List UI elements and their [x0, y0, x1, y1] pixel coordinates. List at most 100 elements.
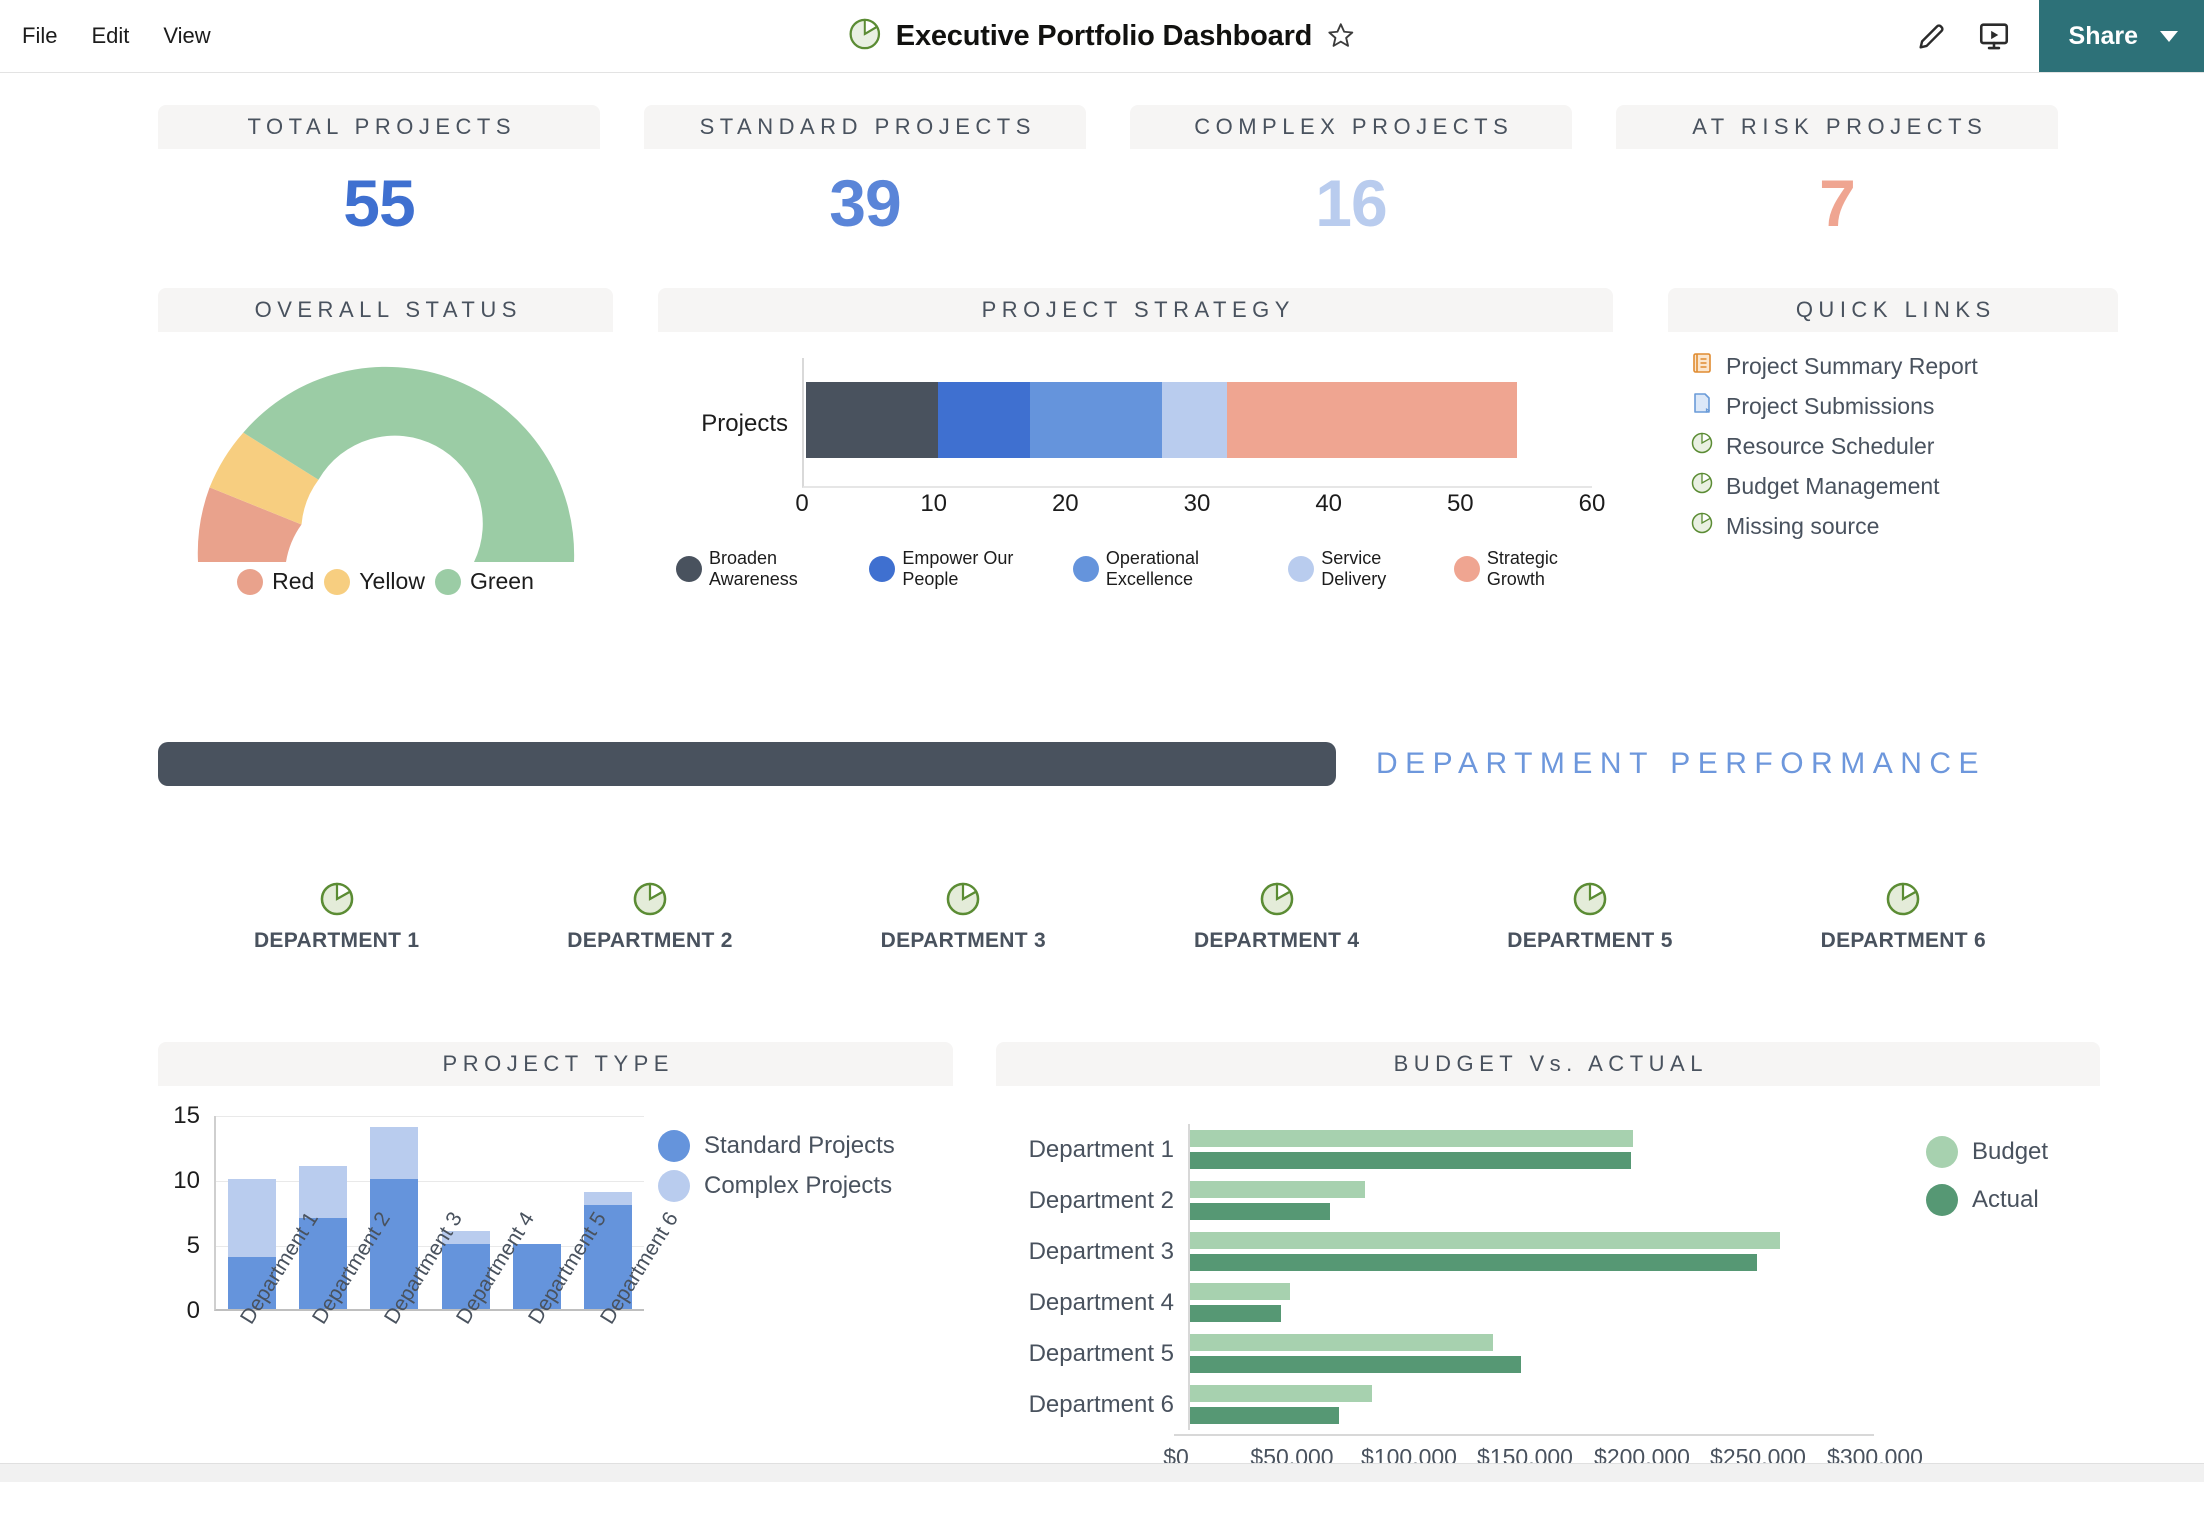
legend-item-complex-projects[interactable]: Complex Projects [658, 1166, 895, 1206]
department-label: DEPARTMENT 6 [1747, 929, 2060, 953]
kpi-card-total-projects: TOTAL PROJECTS 55 [158, 105, 600, 241]
y-tick: 0 [187, 1297, 200, 1325]
legend-item-green[interactable]: Green [435, 568, 534, 595]
kpi-label: TOTAL PROJECTS [158, 105, 600, 149]
document-title-group: Executive Portfolio Dashboard [848, 17, 1356, 56]
x-tick: 20 [1052, 490, 1079, 518]
bar-actual[interactable] [1190, 1356, 1521, 1373]
department-item-1[interactable]: DEPARTMENT 1 [180, 880, 493, 953]
strategy-segment-empower-our-people[interactable] [938, 382, 1030, 458]
report-icon [1690, 351, 1714, 381]
legend-item-operational-excellence[interactable]: Operational Excellence [1073, 548, 1270, 590]
legend-item-red[interactable]: Red [237, 568, 314, 595]
row-label: Department 4 [996, 1289, 1188, 1317]
quick-link-label: Budget Management [1726, 473, 1940, 500]
bar-actual[interactable] [1190, 1305, 1281, 1322]
budget-legend: Budget Actual [1926, 1128, 2048, 1224]
share-button[interactable]: Share [2039, 0, 2204, 72]
bar-actual[interactable] [1190, 1152, 1631, 1169]
bar-segment-complex [370, 1127, 418, 1179]
strategy-segment-service-delivery[interactable] [1162, 382, 1228, 458]
project-type-legend: Standard Projects Complex Projects [658, 1126, 895, 1206]
strategy-segment-broaden-awareness[interactable] [806, 382, 938, 458]
legend-swatch-broaden-awareness [676, 556, 702, 582]
panel-overall-status: OVERALL STATUS Red Yellow Green [158, 288, 613, 595]
quick-link-label: Project Submissions [1726, 393, 1934, 420]
strategy-segment-strategic-growth[interactable] [1227, 382, 1517, 458]
quick-links-list: Project Summary Report Project Submissio… [1668, 346, 2118, 546]
chevron-down-icon[interactable] [2160, 31, 2178, 42]
kpi-label: COMPLEX PROJECTS [1130, 105, 1572, 149]
legend-item-empower-our-people[interactable]: Empower Our People [869, 548, 1055, 590]
legend-label-green: Green [470, 568, 534, 595]
bar-budget[interactable] [1190, 1181, 1365, 1198]
department-label: DEPARTMENT 1 [180, 929, 493, 953]
quick-link-label: Missing source [1726, 513, 1879, 540]
menu-file[interactable]: File [22, 23, 57, 49]
quick-link-project-submissions[interactable]: Project Submissions [1668, 386, 2118, 426]
presentation-icon[interactable] [1977, 19, 2011, 53]
department-item-4[interactable]: DEPARTMENT 4 [1120, 880, 1433, 953]
pencil-icon[interactable] [1915, 19, 1949, 53]
strategy-segment-operational-excellence[interactable] [1030, 382, 1162, 458]
pie-chart-icon [944, 905, 982, 922]
legend-item-yellow[interactable]: Yellow [324, 568, 425, 595]
budget-row-department-3: Department 3 [996, 1226, 1876, 1277]
legend-item-actual[interactable]: Actual [1926, 1176, 2048, 1224]
legend-item-standard-projects[interactable]: Standard Projects [658, 1126, 895, 1166]
panel-title-project-strategy: PROJECT STRATEGY [658, 288, 1613, 332]
budget-row-department-4: Department 4 [996, 1277, 1876, 1328]
app-toolbar: File Edit View Executive Portfolio Dashb… [0, 0, 2204, 73]
bar-budget[interactable] [1190, 1334, 1493, 1351]
row-label: Department 6 [996, 1391, 1188, 1419]
panel-title-quick-links: QUICK LINKS [1668, 288, 2118, 332]
quick-link-budget-management[interactable]: Budget Management [1668, 466, 2118, 506]
bar-budget[interactable] [1190, 1283, 1290, 1300]
department-label: DEPARTMENT 2 [493, 929, 806, 953]
department-item-2[interactable]: DEPARTMENT 2 [493, 880, 806, 953]
menu-edit[interactable]: Edit [91, 23, 129, 49]
bar-actual[interactable] [1190, 1254, 1757, 1271]
star-icon[interactable] [1326, 21, 1356, 51]
quick-link-project-summary-report[interactable]: Project Summary Report [1668, 346, 2118, 386]
row-label: Department 3 [996, 1238, 1188, 1266]
quick-link-label: Project Summary Report [1726, 353, 1978, 380]
panel-quick-links: QUICK LINKS Project Summary Report [1668, 288, 2118, 546]
quick-link-resource-scheduler[interactable]: Resource Scheduler [1668, 426, 2118, 466]
department-item-3[interactable]: DEPARTMENT 3 [807, 880, 1120, 953]
bar-budget[interactable] [1190, 1232, 1780, 1249]
budget-row-department-1: Department 1 [996, 1124, 1876, 1175]
legend-label-service-delivery: Service Delivery [1321, 548, 1436, 590]
bar-budget[interactable] [1190, 1385, 1372, 1402]
department-item-6[interactable]: DEPARTMENT 6 [1747, 880, 2060, 953]
bar-budget[interactable] [1190, 1130, 1633, 1147]
x-tick: 0 [795, 490, 808, 518]
kpi-label: AT RISK PROJECTS [1616, 105, 2058, 149]
strategy-plot-area [802, 358, 1592, 488]
department-label: DEPARTMENT 3 [807, 929, 1120, 953]
department-item-5[interactable]: DEPARTMENT 5 [1433, 880, 1746, 953]
legend-item-strategic-growth[interactable]: Strategic Growth [1454, 548, 1605, 590]
legend-item-budget[interactable]: Budget [1926, 1128, 2048, 1176]
legend-label-red: Red [272, 568, 314, 595]
y-tick: 10 [173, 1167, 200, 1195]
menu-view[interactable]: View [163, 23, 210, 49]
row-label: Department 2 [996, 1187, 1188, 1215]
kpi-value: 16 [1130, 165, 1572, 241]
bar-actual[interactable] [1190, 1203, 1330, 1220]
menu-bar: File Edit View [0, 23, 211, 49]
kpi-value: 39 [644, 165, 1086, 241]
legend-item-service-delivery[interactable]: Service Delivery [1288, 548, 1436, 590]
bar-actual[interactable] [1190, 1407, 1339, 1424]
department-label: DEPARTMENT 5 [1433, 929, 1746, 953]
legend-label-complex-projects: Complex Projects [704, 1172, 892, 1200]
quick-link-missing-source[interactable]: Missing source [1668, 506, 2118, 546]
legend-label-actual: Actual [1972, 1186, 2039, 1214]
kpi-value: 7 [1616, 165, 2058, 241]
pie-chart-icon [848, 17, 882, 56]
x-tick: 50 [1447, 490, 1474, 518]
budget-row-department-6: Department 6 [996, 1379, 1876, 1430]
legend-item-broaden-awareness[interactable]: Broaden Awareness [676, 548, 851, 590]
legend-label-operational-excellence: Operational Excellence [1106, 548, 1270, 590]
pie-chart-icon [1690, 471, 1714, 501]
